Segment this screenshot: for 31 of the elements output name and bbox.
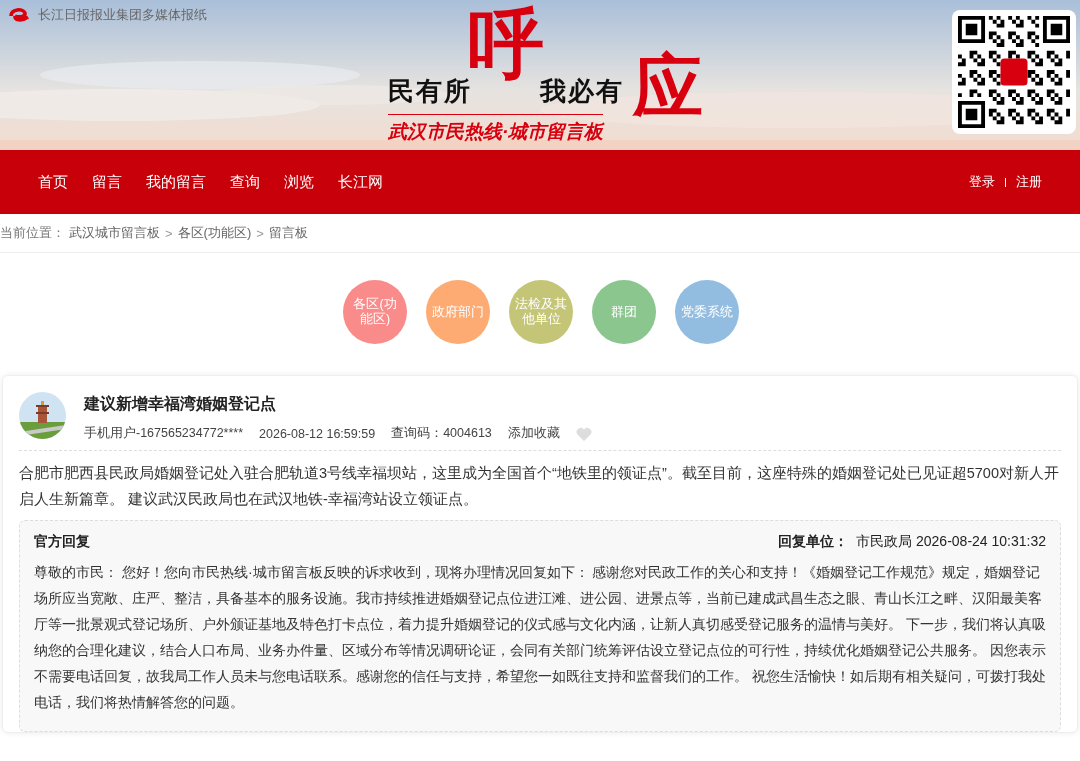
reply-title: 官方回复: [34, 533, 90, 551]
heart-icon[interactable]: [575, 426, 592, 441]
message-text: 合肥市肥西县民政局婚姻登记处入驻合肥轨道3号线幸福坝站，这里成为全国首个“地铁里的领证点”。截至目前，这座特殊的婚姻登记处已见证超5700对新人开启人生新篇章。 建议武汉民政局也在武汉地铁-幸福湾站设立领证点。: [19, 464, 1060, 509]
qr-code-icon: [958, 16, 1070, 128]
nav-link[interactable]: 我的留言: [134, 168, 218, 196]
nav-link[interactable]: 查询: [218, 168, 272, 196]
account-link[interactable]: 注册: [1006, 173, 1052, 191]
favorite-link[interactable]: 添加收藏: [507, 425, 560, 442]
message-title: 建议新增幸福湾婚姻登记点: [84, 394, 277, 414]
reply-unit-label: 回复单位：: [778, 533, 849, 551]
nav-link[interactable]: 首页: [26, 168, 80, 196]
account-link[interactable]: 登录: [959, 173, 1005, 191]
reply-unit: 市民政局 2026-08-24 10:31:32: [856, 533, 1046, 551]
slogan-calligraphy: 应: [633, 52, 703, 122]
post-time: 2026-08-12 16:59:59: [259, 426, 376, 441]
breadcrumb-label: 当前位置：: [0, 224, 65, 242]
site-name: 长江日报报业集团多媒体报纸: [38, 6, 207, 24]
breadcrumb-link[interactable]: 各区(功能区): [177, 224, 252, 242]
breadcrumb-separator: >: [164, 225, 174, 241]
slogan-text: 民有所: [388, 76, 472, 108]
slogan-subtitle: 武汉市民热线·城市留言板: [388, 114, 604, 145]
nav-link[interactable]: 留言: [80, 168, 134, 196]
query-code: 查询码：4004613: [391, 425, 492, 442]
reply-text: 尊敬的市民： 您好！您向市民热线·城市留言板反映的诉求收到，现将办理情况回复如下： 感谢您对民政工作的关心和支持！《婚姻登记工作规范》规定，婚姻登记场所应当宽敞、庄严、整洁，具备基本的服务设施。我市持续推进婚姻登记点位进江滩、进公园、进景点等，当前已建成武昌生态之眼、青山长江之畔、汉阳最美客厅等一批景观式登记场所、户外颁证基地及特色打卡点位，着力提升婚姻登记的仪式感与文化内涵，让新人真切感受登记服务的温情与美好。 下一步，我们将认真吸纳您的合理化建议，结合人口布局、业务办件量、区域分布等情况调研论证，会同有关部门统筹评估设立登记点位的可行性，持续优化婚姻登记公共服务。 因您表示不需要电话回复，故我局工作人员未与您电话联系。感谢您的信任与支持，希望您一如既往支持和监督我们的工作。 祝您生活愉快！如后期有相关疑问，可拨打我处电话，我们将热情解答您的问题。: [34, 563, 1046, 712]
breadcrumb-separator: >: [255, 225, 265, 241]
logo-icon: [8, 7, 30, 23]
breadcrumb-link[interactable]: 留言板: [268, 224, 308, 242]
nav-link[interactable]: 长江网: [326, 168, 395, 196]
breadcrumb-link[interactable]: 武汉城市留言板: [69, 224, 160, 242]
user-name: 手机用户-167565234772****: [84, 425, 244, 442]
nav-link[interactable]: 浏览: [272, 168, 326, 196]
